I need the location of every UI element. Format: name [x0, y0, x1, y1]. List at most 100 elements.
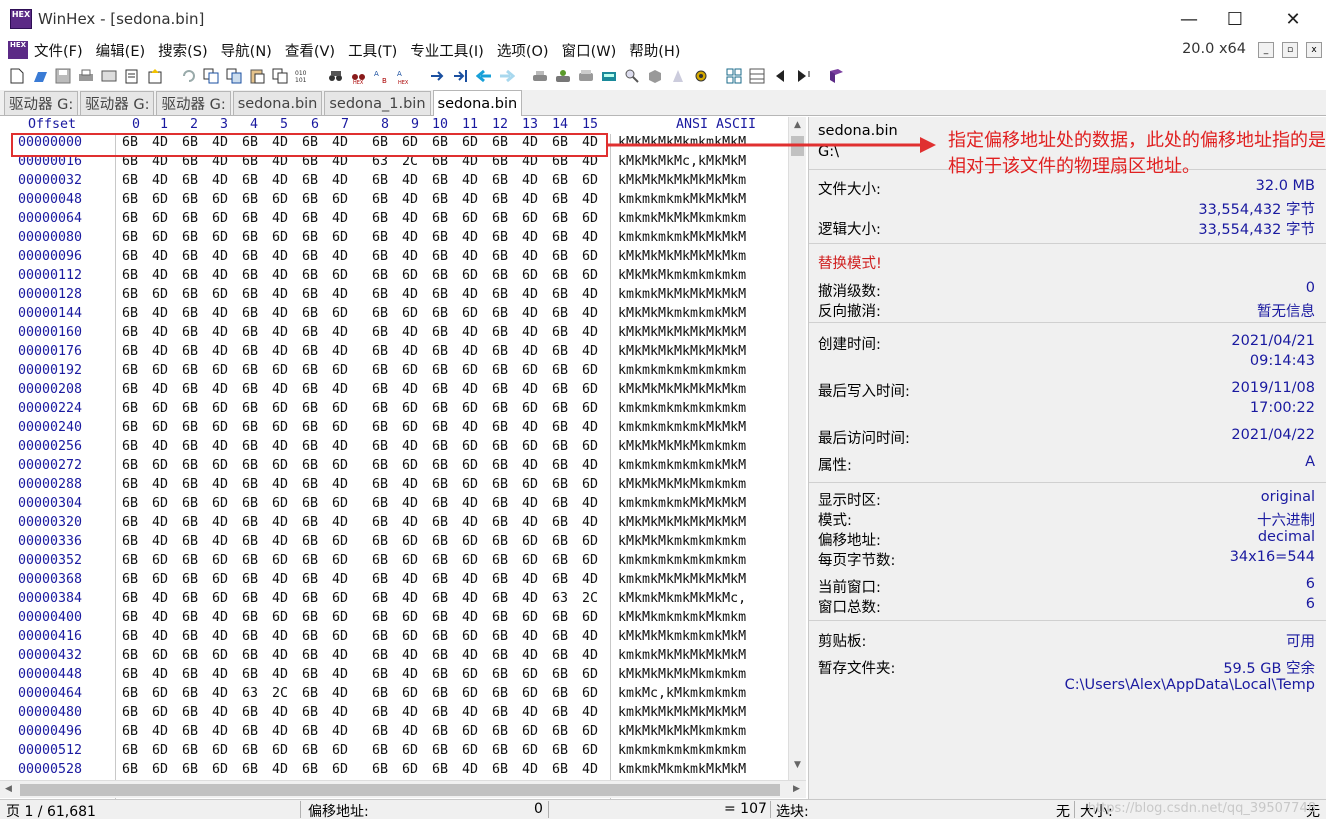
- hex-byte[interactable]: 6B: [182, 743, 198, 758]
- hex-byte[interactable]: 6B: [372, 268, 388, 283]
- hex-byte[interactable]: 4D: [462, 572, 478, 587]
- write-clipboard-icon[interactable]: [271, 67, 289, 85]
- hex-byte[interactable]: 6B: [372, 496, 388, 511]
- hex-byte[interactable]: 4D: [332, 287, 348, 302]
- hex-byte[interactable]: 6B: [492, 686, 508, 701]
- new-file-icon[interactable]: [8, 67, 26, 85]
- ascii-text[interactable]: kmkMc,kMkmkmkmkm: [618, 686, 746, 701]
- hex-byte[interactable]: 6B: [432, 420, 448, 435]
- grid-view-icon[interactable]: [725, 67, 743, 85]
- ascii-text[interactable]: kMkMkMkMkMkmkmkm: [618, 477, 746, 492]
- hex-byte[interactable]: 6B: [242, 401, 258, 416]
- hex-byte[interactable]: 4D: [582, 515, 598, 530]
- hex-byte[interactable]: 6B: [242, 667, 258, 682]
- hex-byte[interactable]: 6B: [432, 648, 448, 663]
- hex-byte[interactable]: 6B: [432, 553, 448, 568]
- hex-byte[interactable]: 4D: [152, 306, 168, 321]
- hex-byte[interactable]: 4D: [152, 724, 168, 739]
- hex-byte[interactable]: 6B: [182, 401, 198, 416]
- hex-byte[interactable]: 6D: [462, 724, 478, 739]
- hex-byte[interactable]: 4D: [522, 458, 538, 473]
- hex-byte[interactable]: 6B: [242, 249, 258, 264]
- hex-byte[interactable]: 6B: [242, 705, 258, 720]
- hex-byte[interactable]: 6B: [242, 306, 258, 321]
- hex-byte[interactable]: 6B: [372, 363, 388, 378]
- hex-byte[interactable]: 6B: [242, 268, 258, 283]
- hex-byte[interactable]: 4D: [272, 382, 288, 397]
- hex-byte[interactable]: 4D: [212, 306, 228, 321]
- scroll-left-icon[interactable]: ◀: [0, 781, 17, 798]
- hex-byte[interactable]: 6B: [182, 477, 198, 492]
- hex-byte[interactable]: 6B: [432, 477, 448, 492]
- tab-sedona-bin-active[interactable]: sedona.bin: [432, 90, 523, 116]
- hex-byte[interactable]: 4D: [332, 382, 348, 397]
- hex-byte[interactable]: 6D: [272, 363, 288, 378]
- hex-byte[interactable]: 6B: [372, 591, 388, 606]
- hex-byte[interactable]: 4D: [212, 325, 228, 340]
- copy-block-icon[interactable]: [225, 67, 243, 85]
- hex-byte[interactable]: 6D: [462, 268, 478, 283]
- hex-byte[interactable]: 6B: [552, 325, 568, 340]
- hex-byte[interactable]: 6D: [332, 629, 348, 644]
- hex-byte[interactable]: 6B: [432, 287, 448, 302]
- hex-byte[interactable]: 6B: [302, 420, 318, 435]
- hex-row[interactable]: 00000352 6B 6D 6B 6D 6B 6D 6B 6D 6B 6D 6B 6D 6B 6D 6B 6D…: [0, 553, 788, 572]
- hex-byte[interactable]: 4D: [462, 325, 478, 340]
- hex-byte[interactable]: 6D: [332, 496, 348, 511]
- hex-byte[interactable]: 4D: [402, 382, 418, 397]
- hex-byte[interactable]: 6B: [492, 401, 508, 416]
- hex-byte[interactable]: 6B: [432, 724, 448, 739]
- hex-byte[interactable]: 6B: [182, 344, 198, 359]
- hex-byte[interactable]: 6D: [212, 743, 228, 758]
- ascii-text[interactable]: kMkMkMkMkMkMkMkM: [618, 325, 746, 340]
- hex-byte[interactable]: 4D: [402, 667, 418, 682]
- hex-byte[interactable]: 4D: [332, 686, 348, 701]
- hex-byte[interactable]: 4D: [402, 249, 418, 264]
- document-system-icon[interactable]: HEX: [8, 41, 28, 59]
- hex-row[interactable]: 00000112 6B 4D 6B 4D 6B 4D 6B 6D 6B 6D 6B 6D 6B 6D 6B 6D…: [0, 268, 788, 287]
- hex-byte[interactable]: 4D: [212, 629, 228, 644]
- hex-byte[interactable]: 6D: [272, 458, 288, 473]
- hex-byte[interactable]: 4D: [212, 439, 228, 454]
- hex-byte[interactable]: 6B: [552, 173, 568, 188]
- hex-byte[interactable]: 6D: [522, 610, 538, 625]
- hex-byte[interactable]: 6B: [552, 762, 568, 777]
- hex-byte[interactable]: 6D: [212, 211, 228, 226]
- hex-byte[interactable]: 6D: [272, 192, 288, 207]
- hex-byte[interactable]: 6B: [492, 515, 508, 530]
- hex-byte[interactable]: 4D: [332, 173, 348, 188]
- hex-byte[interactable]: 6D: [462, 306, 478, 321]
- hex-byte[interactable]: 4D: [522, 591, 538, 606]
- hex-byte[interactable]: 6D: [522, 363, 538, 378]
- hex-byte[interactable]: 4D: [462, 610, 478, 625]
- hex-byte[interactable]: 4D: [582, 705, 598, 720]
- hex-byte[interactable]: 6B: [302, 230, 318, 245]
- vertical-scrollbar[interactable]: ▲ ▼: [788, 117, 806, 780]
- hex-byte[interactable]: 6B: [552, 192, 568, 207]
- hex-byte[interactable]: 6D: [582, 249, 598, 264]
- hex-byte[interactable]: 6B: [242, 762, 258, 777]
- hex-byte[interactable]: 4D: [462, 344, 478, 359]
- hex-row[interactable]: 00000432 6B 6D 6B 6D 6B 4D 6B 4D 6B 4D 6B 4D 6B 4D 6B 4D…: [0, 648, 788, 667]
- hex-row[interactable]: 00000400 6B 4D 6B 4D 6B 6D 6B 6D 6B 6D 6B 4D 6B 6D 6B 6D…: [0, 610, 788, 629]
- hex-byte[interactable]: 4D: [272, 287, 288, 302]
- hex-byte[interactable]: 6B: [552, 287, 568, 302]
- hex-byte[interactable]: 4D: [522, 325, 538, 340]
- hex-byte[interactable]: 6B: [302, 743, 318, 758]
- hex-row[interactable]: 00000528 6B 6D 6B 6D 6B 4D 6B 6D 6B 6D 6B 4D 6B 4D 6B 4D…: [0, 762, 788, 781]
- hex-byte[interactable]: 4D: [522, 629, 538, 644]
- hex-byte[interactable]: 4D: [272, 648, 288, 663]
- hex-byte[interactable]: 4D: [462, 192, 478, 207]
- hex-byte[interactable]: 6D: [462, 553, 478, 568]
- hex-byte[interactable]: 6B: [492, 192, 508, 207]
- hex-byte[interactable]: 4D: [272, 572, 288, 587]
- hex-row[interactable]: 00000096 6B 4D 6B 4D 6B 4D 6B 4D 6B 4D 6B 4D 6B 4D 6B 6D…: [0, 249, 788, 268]
- menu-window[interactable]: 窗口(W): [562, 40, 617, 61]
- hex-byte[interactable]: 6B: [432, 382, 448, 397]
- hex-byte[interactable]: 4D: [212, 610, 228, 625]
- hex-byte[interactable]: 6D: [402, 629, 418, 644]
- hex-byte[interactable]: 6D: [402, 420, 418, 435]
- hex-byte[interactable]: 6B: [552, 230, 568, 245]
- hex-byte[interactable]: 4D: [212, 268, 228, 283]
- hex-byte[interactable]: 4D: [582, 629, 598, 644]
